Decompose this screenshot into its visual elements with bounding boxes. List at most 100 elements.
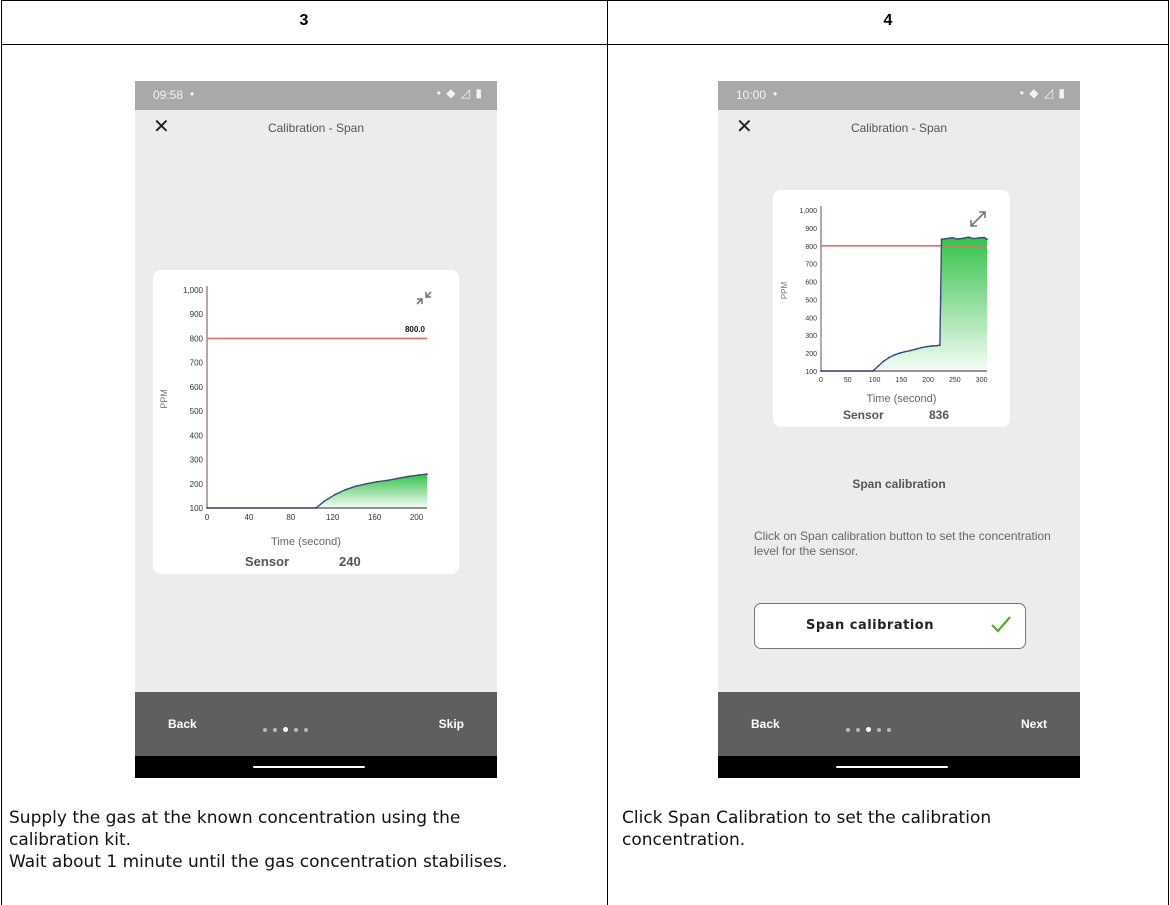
series-point bbox=[375, 480, 378, 483]
series-point bbox=[956, 238, 959, 240]
x-tick-label: 80 bbox=[286, 513, 295, 522]
y-tick-label: 200 bbox=[805, 351, 817, 358]
y-tick-label: 500 bbox=[190, 407, 204, 416]
y-tick-label: 300 bbox=[805, 333, 817, 340]
y-tick-label: 1,000 bbox=[799, 208, 817, 215]
pager-dot bbox=[856, 727, 860, 732]
home-indicator[interactable] bbox=[836, 766, 948, 768]
series-point bbox=[967, 236, 970, 239]
step-number-3: 3 bbox=[299, 12, 309, 29]
system-nav-bar bbox=[718, 756, 1080, 778]
page-indicator bbox=[263, 721, 353, 733]
step3-caption: Supply the gas at the known concentratio… bbox=[9, 807, 601, 873]
step4-caption: Click Span Calibration to set the calibr… bbox=[622, 807, 1162, 851]
phone-screen-step4: 10:00 • • ◆ ◿ ▮ ✕ Calibration - Span 100… bbox=[718, 81, 1080, 778]
series-point bbox=[983, 236, 986, 239]
x-tick-label: 200 bbox=[922, 377, 934, 384]
phone-screen-step3: 09:58 • • ◆ ◿ ▮ ✕ Calibration - Span 100… bbox=[135, 81, 497, 778]
next-button[interactable]: Next bbox=[1021, 717, 1047, 731]
pager-dot-active bbox=[866, 727, 871, 733]
back-button[interactable]: Back bbox=[751, 717, 780, 731]
pager-dot bbox=[846, 727, 850, 732]
sensor-chart: 100 200 300 400 500 600 700 800 900 1,000 0 50 100 15… bbox=[780, 206, 988, 384]
bottom-nav-bar: Back Next bbox=[718, 692, 1080, 756]
x-tick-label: 160 bbox=[368, 513, 382, 522]
table-border-right bbox=[1168, 0, 1169, 905]
screen-title: Calibration - Span bbox=[267, 121, 365, 135]
y-axis-label: PPM bbox=[780, 282, 789, 300]
y-tick-label: 100 bbox=[190, 504, 204, 513]
pager-dot-active bbox=[283, 727, 288, 733]
status-time: 10:00 bbox=[736, 88, 767, 102]
sensor-label: Sensor bbox=[843, 408, 884, 422]
x-axis-label: Time (second) bbox=[271, 536, 341, 548]
series-point bbox=[315, 507, 317, 509]
status-dot: • bbox=[190, 87, 195, 101]
back-button[interactable]: Back bbox=[168, 717, 197, 731]
expand-icon bbox=[970, 211, 986, 227]
x-tick-label: 300 bbox=[976, 377, 988, 384]
sensor-chart: 100 200 300 400 500 600 700 800 900 1,000 0 40 80 120… bbox=[159, 286, 432, 522]
x-tick-label: 120 bbox=[326, 513, 340, 522]
series-point bbox=[986, 238, 988, 241]
series-point bbox=[936, 344, 939, 347]
series-point bbox=[882, 360, 885, 363]
series-point bbox=[872, 370, 874, 372]
y-tick-label: 200 bbox=[190, 480, 204, 489]
chart-card: 100 200 300 400 500 600 700 800 900 1,000 0 50 100 15… bbox=[773, 190, 1010, 427]
y-tick-label: 500 bbox=[805, 297, 817, 304]
span-calibration-button[interactable]: Span calibration bbox=[754, 603, 1026, 649]
x-tick-label: 250 bbox=[949, 377, 961, 384]
x-tick-label: 150 bbox=[895, 377, 907, 384]
x-tick-label: 100 bbox=[869, 377, 881, 384]
series-point bbox=[930, 345, 933, 347]
series-point bbox=[344, 488, 347, 491]
series-point bbox=[323, 500, 326, 503]
series-area bbox=[821, 237, 987, 371]
pager-dot bbox=[294, 727, 298, 732]
y-axis-label: PPM bbox=[159, 389, 169, 409]
series-point bbox=[407, 475, 410, 478]
x-tick-label: 40 bbox=[244, 513, 253, 522]
pager-dot bbox=[273, 727, 277, 732]
collapse-arrow bbox=[416, 298, 423, 305]
caption-line: concentration. bbox=[622, 830, 746, 850]
status-icons: • ◆ ◿ ▮ bbox=[1019, 86, 1066, 100]
series-point bbox=[888, 356, 890, 359]
sensor-label: Sensor bbox=[245, 554, 290, 569]
status-bar: 10:00 • • ◆ ◿ ▮ bbox=[718, 81, 1080, 110]
series-point bbox=[333, 493, 336, 496]
series-point bbox=[417, 474, 420, 476]
x-tick-label: 50 bbox=[844, 377, 852, 384]
threshold-label: 800.0 bbox=[405, 325, 426, 334]
pager-dot bbox=[304, 727, 308, 732]
span-calibration-description: Click on Span calibration button to set … bbox=[754, 529, 1051, 558]
skip-button[interactable]: Skip bbox=[439, 717, 464, 731]
sensor-value: 836 bbox=[929, 408, 950, 422]
series-point bbox=[972, 237, 975, 240]
y-tick-label: 900 bbox=[805, 226, 817, 233]
status-time: 09:58 bbox=[153, 88, 184, 102]
status-icons: • ◆ ◿ ▮ bbox=[436, 86, 483, 100]
caption-line: calibration kit. bbox=[9, 830, 132, 850]
series-point bbox=[426, 473, 428, 475]
series-point bbox=[820, 370, 822, 372]
x-tick-label: 0 bbox=[205, 513, 210, 522]
home-indicator[interactable] bbox=[253, 766, 365, 768]
expand-arrow bbox=[970, 211, 986, 227]
pager-dot bbox=[887, 727, 891, 732]
series-point bbox=[877, 365, 880, 367]
step-number-4: 4 bbox=[883, 12, 893, 29]
y-tick-label: 400 bbox=[805, 315, 817, 322]
table-border-top bbox=[1, 0, 1169, 1]
series-point bbox=[893, 354, 896, 356]
y-tick-label: 600 bbox=[190, 383, 204, 392]
series-point bbox=[962, 237, 964, 240]
series-point bbox=[925, 345, 928, 348]
series-point bbox=[940, 238, 943, 241]
span-calibration-heading: Span calibration bbox=[852, 477, 946, 491]
instruction-table: 3 4 09:58 • • ◆ ◿ ▮ ✕ Calibration - Span… bbox=[0, 0, 1170, 905]
system-nav-bar bbox=[135, 756, 497, 778]
series-point bbox=[938, 344, 941, 347]
series-point bbox=[206, 507, 208, 509]
